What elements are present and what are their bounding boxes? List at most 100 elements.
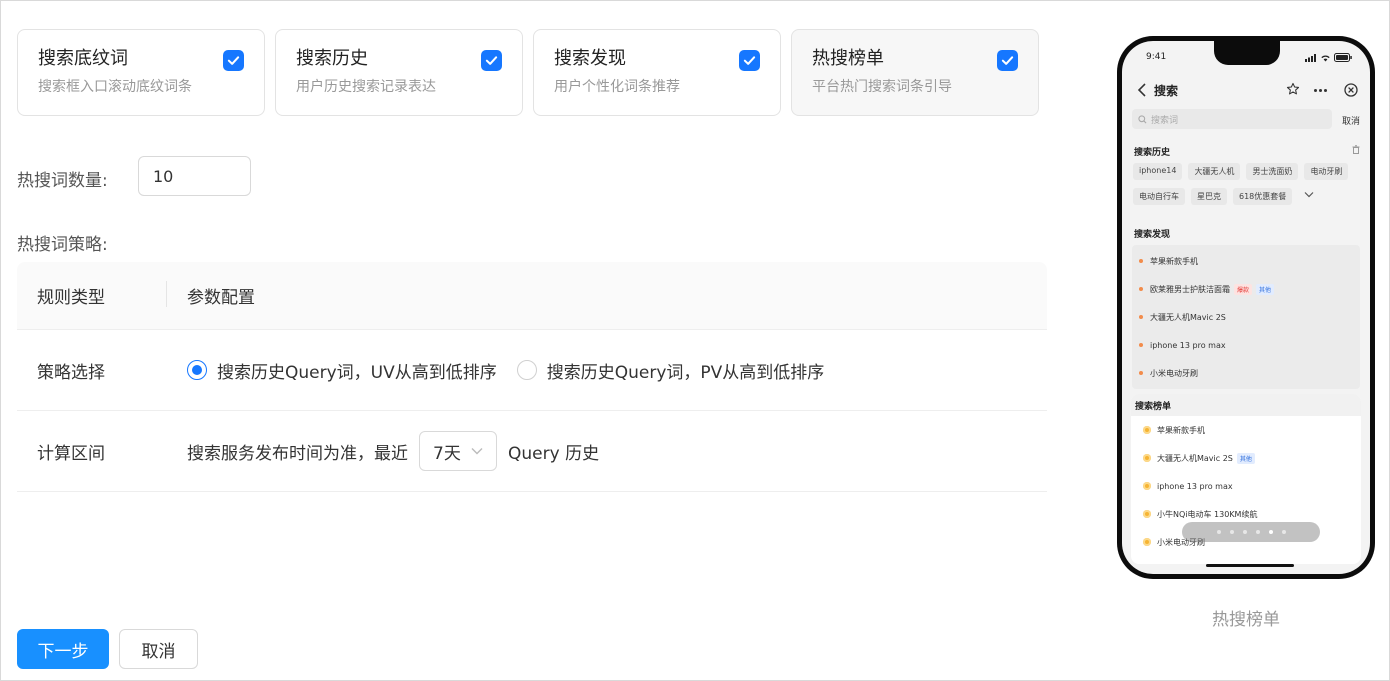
radio-dot-checked[interactable] <box>187 360 207 380</box>
check-icon <box>743 56 756 65</box>
range-suffix: Query 历史 <box>508 443 600 464</box>
feature-card-search-history[interactable]: 搜索历史 用户历史搜索记录表达 <box>275 29 523 116</box>
status-icons <box>1305 53 1352 62</box>
feature-card-search-discover[interactable]: 搜索发现 用户个性化词条推荐 <box>533 29 781 116</box>
radio-dot-unchecked[interactable] <box>516 360 537 380</box>
radio-pv-sort[interactable]: 搜索历史Query词，PV从高到低排序 <box>516 358 825 383</box>
tag-badge: 爆款 <box>1234 283 1253 295</box>
history-chips-row-1: iphone14 大疆无人机 男士洗面奶 电动牙刷 <box>1133 163 1363 180</box>
home-indicator <box>1206 564 1294 567</box>
history-chips-row-2: 电动自行车 星巴克 618优惠套餐 <box>1133 188 1363 205</box>
rank-title: 搜索榜单 <box>1131 394 1361 416</box>
pager-dot[interactable] <box>1268 530 1273 534</box>
item-text: iphone 13 pro max <box>1150 340 1226 350</box>
list-item[interactable]: 大疆无人机Mavic 2S <box>1132 303 1360 331</box>
column-header-rule-type: 规则类型 <box>17 281 167 308</box>
carousel-pager[interactable] <box>1182 522 1320 542</box>
medal-icon <box>1143 482 1151 490</box>
phone-preview: 9:41 搜索 搜索词 取消 搜索历史 iphone14 大疆无人机 男士洗面奶… <box>1117 36 1375 579</box>
star-icon[interactable] <box>1286 82 1300 96</box>
hot-count-label: 热搜词数量: <box>17 171 108 191</box>
pager-dot[interactable] <box>1216 530 1221 534</box>
tag-badge: 其他 <box>1256 283 1275 295</box>
tag-badge: 其他 <box>1236 452 1255 464</box>
hot-strategy-label: 热搜词策略: <box>17 235 108 255</box>
cancel-button[interactable]: 取消 <box>119 629 198 669</box>
list-item[interactable]: 苹果新款手机 <box>1132 247 1360 275</box>
phone-search-cancel[interactable]: 取消 <box>1342 114 1360 127</box>
feature-checkbox[interactable] <box>481 50 502 71</box>
list-item[interactable]: 小米电动牙刷 <box>1132 359 1360 387</box>
history-chip[interactable]: 电动牙刷 <box>1304 163 1349 180</box>
feature-card-hot-rank[interactable]: 热搜榜单 平台热门搜索词条引导 <box>791 29 1039 116</box>
bullet-dot <box>1139 259 1143 263</box>
list-item[interactable]: 苹果新款手机 <box>1131 416 1361 444</box>
radio-label: 搜索历史Query词，PV从高到低排序 <box>546 362 825 383</box>
more-icon[interactable] <box>1314 89 1328 92</box>
table-row-strategy-select: 策略选择 搜索历史Query词，UV从高到低排序 搜索历史Query词，PV从高… <box>17 330 1047 411</box>
feature-card-search-shading[interactable]: 搜索底纹词 搜索框入口滚动底纹词条 <box>17 29 265 116</box>
history-chip[interactable]: 电动自行车 <box>1133 188 1185 205</box>
item-text: 大疆无人机Mavic 2S <box>1157 453 1233 463</box>
next-step-button[interactable]: 下一步 <box>17 629 109 669</box>
phone-caption: 热搜榜单 <box>1212 610 1280 630</box>
select-value: 7天 <box>433 443 461 464</box>
page-frame: 搜索底纹词 搜索框入口滚动底纹词条 搜索历史 用户历史搜索记录表达 搜索发现 用… <box>0 0 1390 681</box>
table-header: 规则类型 参数配置 <box>17 262 1047 330</box>
range-prefix: 搜索服务发布时间为准，最近 <box>187 443 408 464</box>
medal-icon <box>1143 454 1151 462</box>
item-text: 欧莱雅男士护肤洁面霜 <box>1150 284 1230 294</box>
feature-cards: 搜索底纹词 搜索框入口滚动底纹词条 搜索历史 用户历史搜索记录表达 搜索发现 用… <box>17 29 1039 116</box>
signal-icon <box>1305 53 1316 62</box>
wifi-icon <box>1321 55 1330 61</box>
hot-count-input[interactable] <box>138 156 251 196</box>
list-item[interactable]: iphone 13 pro max <box>1132 331 1360 359</box>
back-icon[interactable] <box>1137 83 1147 97</box>
pager-dot[interactable] <box>1255 530 1260 534</box>
row-name: 策略选择 <box>37 362 105 383</box>
close-circle-icon[interactable] <box>1344 83 1358 97</box>
trash-icon[interactable] <box>1352 145 1360 154</box>
phone-screen: 9:41 搜索 搜索词 取消 搜索历史 iphone14 大疆无人机 男士洗面奶… <box>1122 41 1370 574</box>
discover-list: 苹果新款手机 欧莱雅男士护肤洁面霜 爆款 其他 大疆无人机Mavic 2S ipho… <box>1132 245 1360 389</box>
row-name: 计算区间 <box>37 443 105 464</box>
history-chip[interactable]: 男士洗面奶 <box>1246 163 1299 180</box>
history-chip[interactable]: 618优惠套餐 <box>1233 188 1293 205</box>
item-text: 大疆无人机Mavic 2S <box>1150 312 1226 322</box>
battery-icon <box>1334 53 1352 62</box>
medal-icon <box>1143 538 1151 546</box>
history-chip[interactable]: 大疆无人机 <box>1188 163 1241 180</box>
list-item[interactable]: 大疆无人机Mavic 2S 其他 <box>1131 444 1361 472</box>
item-text: iphone 13 pro max <box>1157 481 1233 491</box>
list-item[interactable]: 欧莱雅男士护肤洁面霜 爆款 其他 <box>1132 275 1360 303</box>
pager-dot[interactable] <box>1242 530 1247 534</box>
phone-notch <box>1214 41 1280 65</box>
column-header-param-config: 参数配置 <box>187 288 255 308</box>
phone-search-input[interactable]: 搜索词 <box>1132 109 1332 129</box>
range-days-select[interactable]: 7天 <box>419 431 497 471</box>
feature-checkbox[interactable] <box>223 50 244 71</box>
feature-card-desc: 平台热门搜索词条引导 <box>812 79 952 95</box>
row-config: 搜索历史Query词，UV从高到低排序 搜索历史Query词，PV从高到低排序 <box>167 358 844 383</box>
history-chip[interactable]: 星巴克 <box>1191 188 1227 205</box>
search-placeholder: 搜索词 <box>1151 115 1179 126</box>
feature-checkbox[interactable] <box>739 50 760 71</box>
phone-nav-title: 搜索 <box>1154 84 1179 98</box>
history-chip[interactable]: iphone14 <box>1133 163 1183 180</box>
item-text: 小牛NQi电动车 130KM续航 <box>1157 509 1258 519</box>
item-text: 苹果新款手机 <box>1150 256 1198 266</box>
search-icon <box>1138 114 1147 123</box>
medal-icon <box>1143 510 1151 518</box>
chevron-down-icon <box>471 448 483 455</box>
history-expand[interactable] <box>1298 188 1320 205</box>
medal-icon <box>1143 426 1151 434</box>
feature-checkbox[interactable] <box>997 50 1018 71</box>
bullet-dot <box>1139 287 1143 291</box>
bullet-dot <box>1139 343 1143 347</box>
feature-card-desc: 用户历史搜索记录表达 <box>296 79 436 95</box>
pager-dot[interactable] <box>1229 530 1234 534</box>
radio-uv-sort[interactable]: 搜索历史Query词，UV从高到低排序 <box>187 358 497 383</box>
status-time: 9:41 <box>1146 52 1167 62</box>
pager-dot[interactable] <box>1281 530 1286 534</box>
list-item[interactable]: iphone 13 pro max <box>1131 472 1361 500</box>
